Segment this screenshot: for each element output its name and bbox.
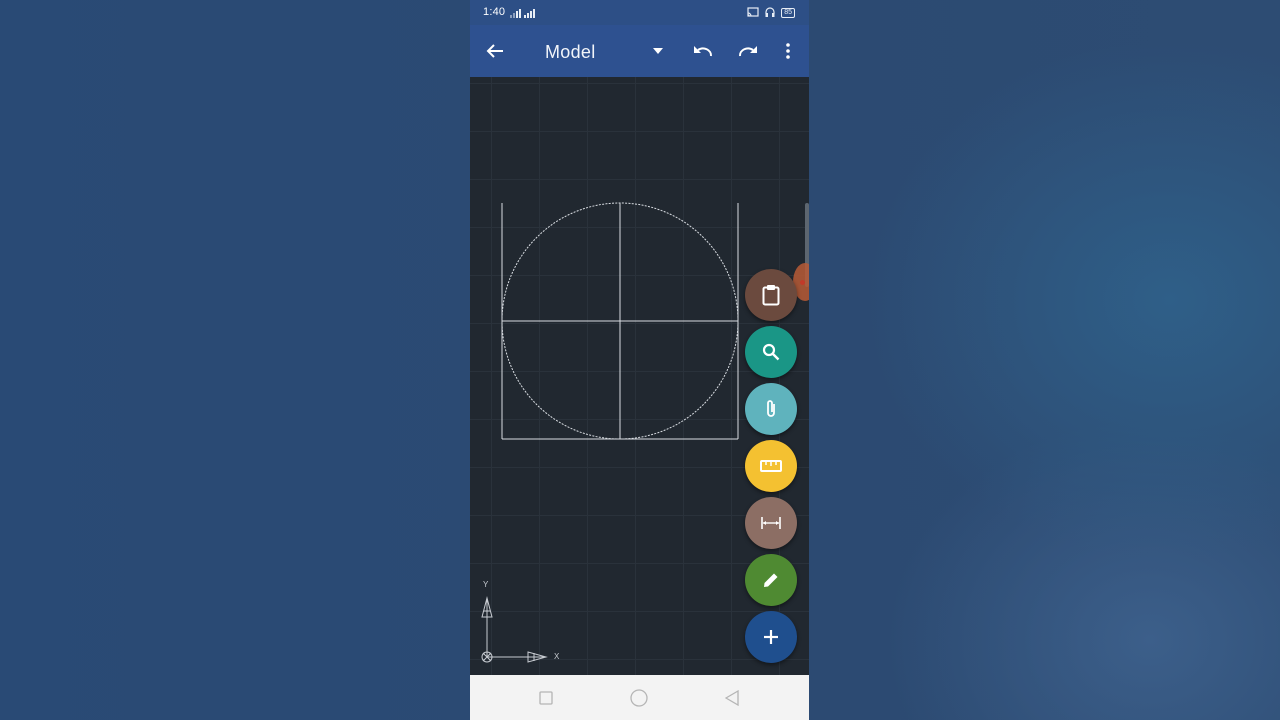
dropdown-arrow-icon[interactable] — [644, 37, 672, 65]
search-icon — [762, 343, 780, 361]
headphones-icon — [765, 7, 775, 17]
back-triangle-icon[interactable] — [721, 687, 743, 709]
dimension-button[interactable] — [745, 497, 797, 549]
draw-button[interactable] — [745, 554, 797, 606]
ruler-icon — [760, 460, 782, 472]
more-vert-icon[interactable] — [774, 37, 802, 65]
status-icons: 85 — [747, 7, 795, 18]
home-circle-icon[interactable] — [628, 687, 650, 709]
add-button[interactable] — [745, 611, 797, 663]
layout-title[interactable]: Model — [545, 42, 596, 63]
undo-icon[interactable] — [689, 37, 717, 65]
status-time: 1:40 — [483, 6, 506, 18]
clipboard-icon — [762, 285, 780, 306]
search-button[interactable] — [745, 326, 797, 378]
axis-y-label: Y — [483, 580, 489, 589]
plus-icon — [764, 630, 778, 644]
clipboard-button[interactable] — [745, 269, 797, 321]
axis-x-label: X — [554, 652, 560, 661]
status-bar: 1:40 85 — [470, 0, 809, 25]
measure-button[interactable] — [745, 440, 797, 492]
app-toolbar: Model — [470, 25, 809, 77]
phone-screen: 1:40 85 Model Y X — [470, 0, 809, 720]
attach-button[interactable] — [745, 383, 797, 435]
recents-square-icon[interactable] — [535, 687, 557, 709]
ucs-axis-icon — [481, 596, 548, 663]
battery-indicator: 85 — [781, 7, 795, 18]
dimension-icon — [761, 517, 781, 529]
cast-icon — [747, 7, 759, 17]
floating-bubble-dot — [800, 280, 805, 285]
paperclip-icon — [767, 400, 775, 417]
system-nav-bar — [470, 675, 809, 720]
signal-icon — [510, 9, 521, 18]
pencil-icon — [764, 573, 778, 587]
back-arrow-icon[interactable] — [481, 37, 509, 65]
redo-icon[interactable] — [734, 37, 762, 65]
signal-icon-2 — [524, 9, 535, 18]
